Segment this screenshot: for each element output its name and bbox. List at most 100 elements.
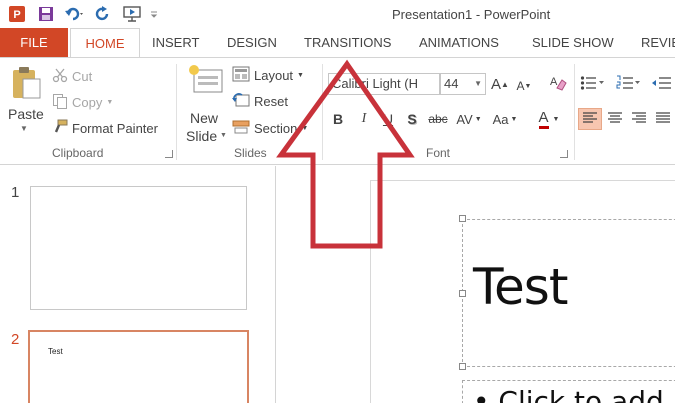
eraser-icon: A: [549, 74, 567, 95]
underline-button[interactable]: U: [380, 108, 396, 130]
paste-label: Paste: [8, 106, 44, 122]
justify-button[interactable]: [652, 108, 674, 130]
copy-button[interactable]: Copy ▼: [52, 91, 113, 113]
font-family-select[interactable]: Calibri Light (H: [328, 73, 440, 95]
align-center-button[interactable]: [604, 108, 626, 130]
slide-thumbnail-pane: 1 2 Test: [0, 166, 276, 403]
tab-design[interactable]: DESIGN: [227, 28, 277, 57]
tab-slide-show[interactable]: SLIDE SHOW: [532, 28, 614, 57]
chevron-down-icon: ▼: [220, 132, 227, 139]
cut-button[interactable]: Cut: [52, 65, 92, 87]
chevron-down-icon: ▼: [20, 124, 28, 133]
font-color-button[interactable]: A ▼: [532, 108, 566, 130]
bullets-icon: [580, 75, 606, 94]
new-slide-icon: [186, 64, 224, 101]
grow-font-icon: A: [491, 75, 502, 93]
align-right-icon: [631, 111, 647, 128]
change-case-button[interactable]: Aa ▼: [490, 108, 520, 130]
tab-animations[interactable]: ANIMATIONS: [419, 28, 499, 57]
chevron-down-icon: ▼: [510, 115, 518, 123]
new-slide-button[interactable]: New Slide ▼: [182, 62, 228, 144]
align-left-icon: [582, 111, 598, 128]
text-shadow-button[interactable]: S: [404, 108, 420, 130]
resize-handle[interactable]: [459, 363, 466, 370]
reset-icon: [232, 92, 250, 111]
font-family-value: Calibri Light (H: [332, 76, 418, 91]
font-color-icon: A: [538, 109, 549, 129]
font-size-select[interactable]: 44 ▼: [440, 73, 486, 95]
numbering-icon: [616, 75, 642, 94]
tab-file[interactable]: FILE: [0, 28, 68, 57]
customize-qat-icon[interactable]: [150, 8, 158, 20]
reset-button[interactable]: Reset: [232, 90, 288, 112]
chevron-down-icon: ▼: [301, 124, 309, 132]
bullets-button[interactable]: [580, 73, 606, 95]
resize-handle[interactable]: [459, 215, 466, 222]
svg-text:A: A: [550, 76, 558, 88]
justify-icon: [655, 111, 671, 128]
decrease-indent-icon: [651, 75, 673, 94]
character-spacing-label: AV: [456, 111, 473, 127]
bold-button[interactable]: B: [330, 108, 346, 130]
tab-insert[interactable]: INSERT: [152, 28, 199, 57]
redo-icon[interactable]: [94, 5, 112, 23]
section-button[interactable]: Section ▼: [232, 117, 308, 139]
tab-transitions[interactable]: TRANSITIONS: [304, 28, 391, 57]
align-left-button[interactable]: [578, 108, 602, 130]
chevron-down-icon: ▼: [474, 115, 482, 123]
start-slideshow-icon[interactable]: [122, 5, 142, 23]
slide-thumbnail-2[interactable]: Test: [28, 330, 249, 403]
layout-label: Layout: [254, 67, 294, 83]
clear-formatting-button[interactable]: A: [546, 73, 570, 95]
home-ribbon: Paste ▼ Cut Copy ▼ Format Painter Clipbo…: [0, 57, 675, 165]
align-right-button[interactable]: [628, 108, 650, 130]
group-divider: [176, 64, 177, 160]
layout-button[interactable]: Layout ▼: [232, 64, 304, 86]
paste-button[interactable]: Paste ▼: [6, 64, 48, 134]
ribbon-tabs: FILE HOME INSERT DESIGN TRANSITIONS ANIM…: [0, 28, 675, 58]
italic-button[interactable]: I: [356, 108, 372, 130]
quick-access-toolbar: P: [8, 4, 158, 24]
group-divider: [574, 64, 575, 160]
resize-handle[interactable]: [459, 290, 466, 297]
svg-text:P: P: [13, 9, 20, 21]
layout-icon: [232, 66, 250, 85]
copy-label: Copy: [72, 94, 103, 110]
character-spacing-button[interactable]: AV ▼: [454, 108, 484, 130]
group-divider: [322, 64, 323, 160]
undo-icon[interactable]: [64, 6, 86, 22]
format-painter-button[interactable]: Format Painter: [52, 117, 158, 139]
change-case-label: Aa: [492, 111, 509, 127]
new-slide-label-line2: Slide: [186, 128, 218, 144]
section-label: Section: [254, 120, 298, 136]
dialog-launcher-icon[interactable]: [165, 150, 173, 158]
align-center-icon: [607, 111, 623, 128]
grow-font-button[interactable]: A ▲: [491, 73, 509, 95]
shrink-font-button[interactable]: A ▼: [516, 75, 532, 97]
shrink-font-icon: A: [516, 79, 525, 93]
numbering-button[interactable]: [616, 73, 642, 95]
slide-number: 2: [11, 331, 20, 348]
paste-icon: [10, 66, 42, 105]
chevron-down-icon: ▼: [474, 79, 482, 88]
chevron-down-icon: ▼: [106, 98, 114, 106]
font-size-value: 44: [444, 76, 459, 91]
title-bar: P Presentation1 - PowerPoint: [0, 0, 675, 28]
dialog-launcher-icon[interactable]: [560, 150, 568, 158]
slides-group-label: Slides: [234, 146, 267, 160]
tab-review[interactable]: REVIE: [641, 28, 675, 57]
strikethrough-button[interactable]: abc: [426, 108, 450, 130]
reset-label: Reset: [254, 93, 288, 109]
scissors-icon: [52, 67, 68, 86]
slide-thumbnail-1[interactable]: [30, 186, 247, 310]
decrease-indent-button[interactable]: [650, 73, 674, 95]
clipboard-group-label: Clipboard: [52, 146, 104, 160]
slide-title-text[interactable]: Test: [473, 258, 568, 316]
new-slide-label-line1: New: [190, 110, 219, 126]
thumbnail-title: Test: [48, 347, 63, 356]
content-placeholder-text[interactable]: • Click to add: [473, 385, 664, 403]
save-icon[interactable]: [38, 6, 54, 22]
chevron-down-icon: ▼: [297, 71, 304, 79]
tab-home[interactable]: HOME: [70, 28, 140, 58]
powerpoint-window: P Presentation1 - PowerPoint FILE HOME I…: [0, 0, 675, 403]
